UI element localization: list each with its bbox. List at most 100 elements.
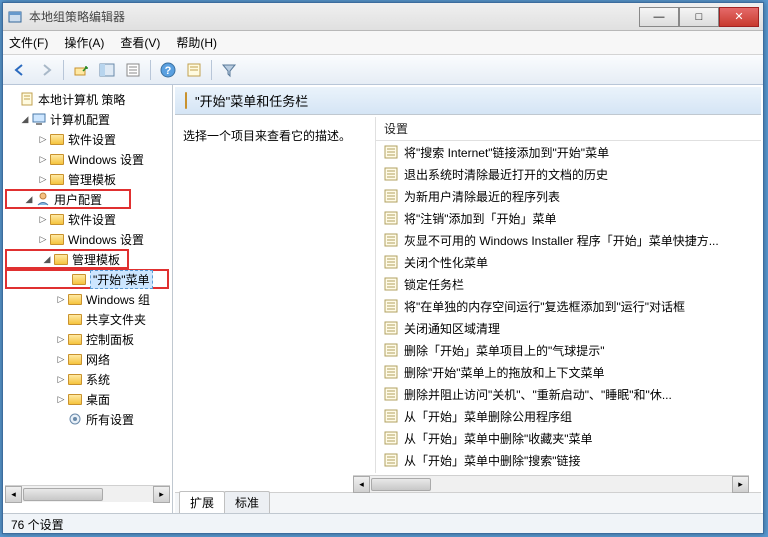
tree-admin-templates[interactable]: ◢ 管理模板 xyxy=(5,249,129,269)
tree-software-settings[interactable]: ▷ 软件设置 xyxy=(3,129,172,149)
tree-windows-settings[interactable]: ▷ Windows 设置 xyxy=(3,229,172,249)
tree-label: Windows 设置 xyxy=(68,151,144,168)
export-list-button[interactable] xyxy=(122,59,144,81)
tree-label: 计算机配置 xyxy=(50,111,110,128)
setting-item[interactable]: 将"搜索 Internet"链接添加到"开始"菜单 xyxy=(376,141,761,163)
tree-horizontal-scrollbar[interactable]: ◂ ▸ xyxy=(5,485,170,502)
setting-item[interactable]: 从「开始」菜单中删除"收藏夹"菜单 xyxy=(376,427,761,449)
statusbar: 76 个设置 xyxy=(3,513,763,533)
setting-icon xyxy=(384,343,398,357)
tree-start-menu[interactable]: "开始"菜单 xyxy=(5,269,169,289)
content-title: "开始"菜单和任务栏 xyxy=(195,91,308,110)
properties-button[interactable] xyxy=(183,59,205,81)
forward-button[interactable] xyxy=(35,59,57,81)
tree-admin-templates[interactable]: ▷ 管理模板 xyxy=(3,169,172,189)
scroll-left-button[interactable]: ◂ xyxy=(5,486,22,503)
setting-item[interactable]: 将"在单独的内存空间运行"复选框添加到"运行"对话框 xyxy=(376,295,761,317)
folder-icon xyxy=(49,231,65,247)
menu-action[interactable]: 操作(A) xyxy=(64,34,104,51)
column-header-settings[interactable]: 设置 xyxy=(376,117,761,141)
scroll-left-button[interactable]: ◂ xyxy=(353,476,370,493)
setting-item[interactable]: 将"注销"添加到「开始」菜单 xyxy=(376,207,761,229)
setting-label: 为新用户清除最近的程序列表 xyxy=(404,188,560,205)
show-hide-tree-button[interactable] xyxy=(96,59,118,81)
tree-software-settings[interactable]: ▷ 软件设置 xyxy=(3,209,172,229)
folder-icon xyxy=(49,151,65,167)
tree-desktop[interactable]: ▷ 桌面 xyxy=(3,389,172,409)
settings-list[interactable]: 将"搜索 Internet"链接添加到"开始"菜单退出系统时清除最近打开的文档的… xyxy=(376,141,761,473)
up-button[interactable] xyxy=(70,59,92,81)
caret-collapsed-icon[interactable]: ▷ xyxy=(55,354,67,365)
setting-item[interactable]: 从「开始」菜单中删除"搜索"链接 xyxy=(376,449,761,471)
caret-collapsed-icon[interactable]: ▷ xyxy=(37,174,49,185)
close-button[interactable]: ✕ xyxy=(719,7,759,27)
tree-label: 所有设置 xyxy=(86,411,134,428)
caret-expanded-icon[interactable]: ◢ xyxy=(23,194,35,205)
tab-standard[interactable]: 标准 xyxy=(224,491,270,513)
setting-label: 删除「开始」菜单项目上的"气球提示" xyxy=(404,342,605,359)
setting-item[interactable]: 为新用户清除最近的程序列表 xyxy=(376,185,761,207)
tree-control-panel[interactable]: ▷ 控制面板 xyxy=(3,329,172,349)
caret-collapsed-icon[interactable]: ▷ xyxy=(55,374,67,385)
tree-pane[interactable]: 本地计算机 策略 ◢ 计算机配置 ▷ 软件设置 ▷ Windows 设置 ▷ 管… xyxy=(3,85,173,513)
setting-icon xyxy=(384,409,398,423)
setting-label: 将"在单独的内存空间运行"复选框添加到"运行"对话框 xyxy=(404,298,685,315)
filter-button[interactable] xyxy=(218,59,240,81)
caret-collapsed-icon[interactable]: ▷ xyxy=(37,154,49,165)
setting-item[interactable]: 从「开始」菜单删除公用程序组 xyxy=(376,405,761,427)
tree-root[interactable]: 本地计算机 策略 xyxy=(3,89,172,109)
scroll-right-button[interactable]: ▸ xyxy=(732,476,749,493)
setting-item[interactable]: 灰显不可用的 Windows Installer 程序「开始」菜单快捷方... xyxy=(376,229,761,251)
menu-file[interactable]: 文件(F) xyxy=(9,34,48,51)
folder-icon xyxy=(67,311,83,327)
view-tabs: 扩展 标准 xyxy=(175,492,761,513)
setting-label: 删除"开始"菜单上的拖放和上下文菜单 xyxy=(404,364,605,381)
menu-view[interactable]: 查看(V) xyxy=(120,34,160,51)
tree-windows-components[interactable]: ▷ Windows 组 xyxy=(3,289,172,309)
setting-item[interactable]: 删除「开始」菜单项目上的"气球提示" xyxy=(376,339,761,361)
scroll-thumb[interactable] xyxy=(23,488,103,501)
caret-expanded-icon[interactable]: ◢ xyxy=(19,114,31,125)
setting-item[interactable]: 退出系统时清除最近打开的文档的历史 xyxy=(376,163,761,185)
minimize-button[interactable]: — xyxy=(639,7,679,27)
tree-label: 用户配置 xyxy=(54,191,102,208)
help-button[interactable]: ? xyxy=(157,59,179,81)
maximize-button[interactable]: □ xyxy=(679,7,719,27)
caret-collapsed-icon[interactable]: ▷ xyxy=(37,214,49,225)
caret-collapsed-icon[interactable]: ▷ xyxy=(37,234,49,245)
setting-icon xyxy=(384,299,398,313)
scroll-thumb[interactable] xyxy=(371,478,431,491)
tree-label: 桌面 xyxy=(86,391,110,408)
caret-collapsed-icon[interactable]: ▷ xyxy=(37,134,49,145)
tree-user-config[interactable]: ◢ 用户配置 xyxy=(5,189,131,209)
folder-icon xyxy=(53,251,69,267)
scroll-right-button[interactable]: ▸ xyxy=(153,486,170,503)
setting-item[interactable]: 关闭个性化菜单 xyxy=(376,251,761,273)
setting-icon xyxy=(384,167,398,181)
setting-label: 锁定任务栏 xyxy=(404,276,464,293)
back-button[interactable] xyxy=(9,59,31,81)
tree-all-settings[interactable]: 所有设置 xyxy=(3,409,172,429)
setting-icon xyxy=(384,277,398,291)
setting-item[interactable]: 关闭通知区域清理 xyxy=(376,317,761,339)
tree-system[interactable]: ▷ 系统 xyxy=(3,369,172,389)
setting-item[interactable]: 删除"开始"菜单上的拖放和上下文菜单 xyxy=(376,361,761,383)
setting-label: 关闭通知区域清理 xyxy=(404,320,500,337)
tree-windows-settings[interactable]: ▷ Windows 设置 xyxy=(3,149,172,169)
caret-collapsed-icon[interactable]: ▷ xyxy=(55,394,67,405)
caret-collapsed-icon[interactable]: ▷ xyxy=(55,294,67,305)
setting-icon xyxy=(384,255,398,269)
menu-help[interactable]: 帮助(H) xyxy=(176,34,217,51)
tree-shared-folders[interactable]: 共享文件夹 xyxy=(3,309,172,329)
tab-extended[interactable]: 扩展 xyxy=(179,491,225,513)
tree-network[interactable]: ▷ 网络 xyxy=(3,349,172,369)
list-horizontal-scrollbar[interactable]: ◂ ▸ xyxy=(353,475,749,492)
folder-icon xyxy=(67,351,83,367)
caret-expanded-icon[interactable]: ◢ xyxy=(41,254,53,265)
tree-label: 控制面板 xyxy=(86,331,134,348)
setting-item[interactable]: 删除并阻止访问"关机"、"重新启动"、"睡眠"和"休... xyxy=(376,383,761,405)
folder-icon xyxy=(185,93,187,108)
tree-computer-config[interactable]: ◢ 计算机配置 xyxy=(3,109,172,129)
caret-collapsed-icon[interactable]: ▷ xyxy=(55,334,67,345)
setting-item[interactable]: 锁定任务栏 xyxy=(376,273,761,295)
